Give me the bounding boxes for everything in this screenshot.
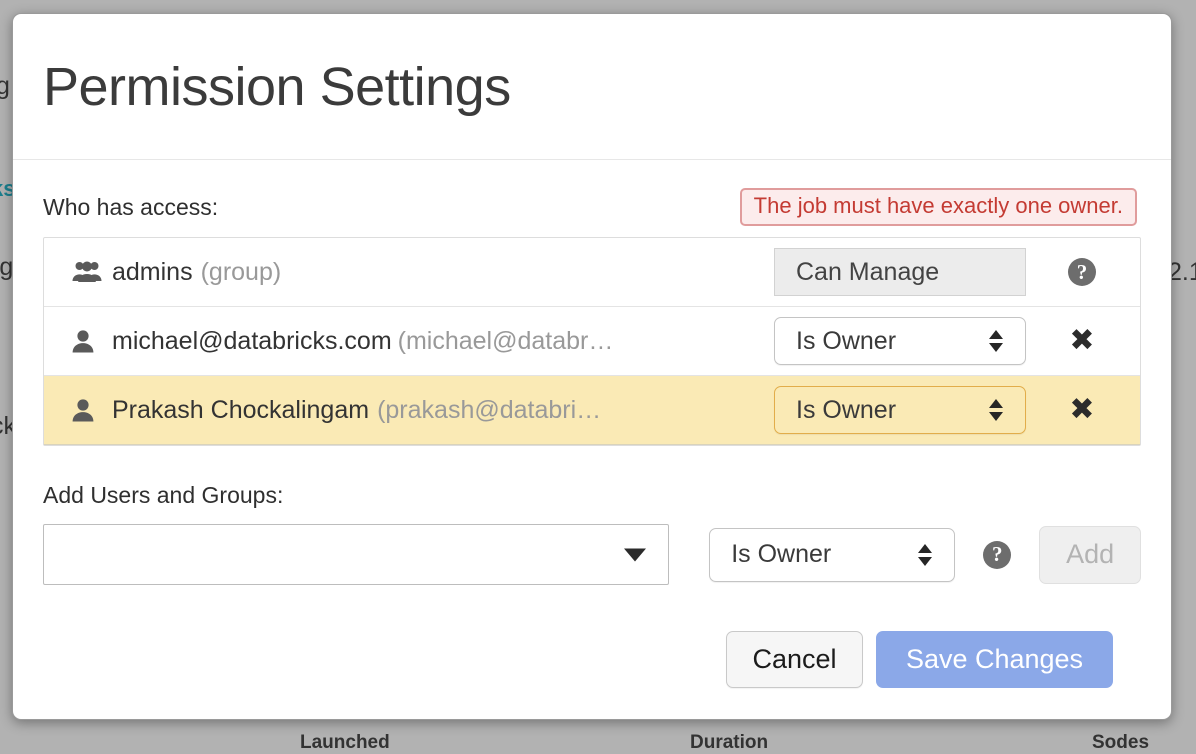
permission-slot: Is Owner: [774, 317, 1026, 365]
permission-slot: Can Manage: [774, 248, 1026, 296]
stepper-arrows-icon: [918, 544, 932, 566]
background-text-fragment: 2.1: [1168, 258, 1196, 287]
save-button[interactable]: Save Changes: [876, 631, 1113, 688]
row-trailing-slot: ✖: [1026, 395, 1138, 425]
stepper-arrows-icon: [989, 399, 1003, 421]
table-row[interactable]: Prakash Chockalingam (prakash@databri… I…: [44, 376, 1140, 445]
owner-warning-message: The job must have exactly one owner.: [740, 188, 1137, 225]
principal-sub: (michael@databr…: [398, 327, 614, 356]
remove-button[interactable]: ✖: [1069, 326, 1094, 356]
principal-name: michael@databricks.com: [112, 327, 392, 356]
add-user-button[interactable]: Add: [1039, 526, 1141, 584]
access-list: admins (group) Can Manage ?: [43, 237, 1141, 446]
background-text-fragment: g: [0, 72, 10, 101]
permission-slot: Is Owner: [774, 386, 1026, 434]
user-icon: [72, 328, 102, 354]
permission-select-value: Is Owner: [796, 396, 896, 425]
add-role-slot: Is Owner: [709, 528, 955, 582]
who-has-access-label: Who has access:: [43, 194, 218, 221]
group-icon: [72, 259, 102, 285]
add-users-and-groups-label: Add Users and Groups:: [43, 482, 1141, 509]
background-column-header: Sodes: [1092, 732, 1149, 754]
access-bar: Who has access: The job must have exactl…: [43, 188, 1141, 226]
table-row[interactable]: michael@databricks.com (michael@databr… …: [44, 307, 1140, 376]
dialog-header: Permission Settings: [13, 14, 1171, 160]
background-column-header: Duration: [690, 732, 768, 754]
principal-sub: (prakash@databri…: [377, 396, 601, 425]
help-icon[interactable]: ?: [1068, 258, 1096, 286]
principal-name: admins: [112, 258, 193, 287]
chevron-down-icon: [624, 548, 646, 561]
principal-sub: (group): [201, 258, 282, 287]
remove-button[interactable]: ✖: [1069, 395, 1094, 425]
user-icon: [72, 397, 102, 423]
stepper-arrows-icon: [989, 330, 1003, 352]
add-role-select-value: Is Owner: [731, 540, 831, 569]
add-user-combobox[interactable]: [43, 524, 669, 585]
add-role-select[interactable]: Is Owner: [709, 528, 955, 582]
permission-select[interactable]: Is Owner: [774, 317, 1026, 365]
dialog-body: Who has access: The job must have exactl…: [13, 160, 1171, 688]
cancel-button[interactable]: Cancel: [726, 631, 863, 688]
row-trailing-slot: ✖: [1026, 326, 1138, 356]
dialog-footer: Cancel Save Changes: [43, 585, 1141, 688]
permission-static-value: Can Manage: [774, 248, 1026, 296]
help-icon[interactable]: ?: [983, 541, 1011, 569]
principal-cell: admins (group): [72, 258, 774, 287]
principal-cell: Prakash Chockalingam (prakash@databri…: [72, 396, 774, 425]
table-row[interactable]: admins (group) Can Manage ?: [44, 238, 1140, 307]
background-column-header: Launched: [300, 732, 390, 754]
principal-cell: michael@databricks.com (michael@databr…: [72, 327, 774, 356]
permission-settings-dialog: Permission Settings Who has access: The …: [12, 13, 1172, 720]
permission-select[interactable]: Is Owner: [774, 386, 1026, 434]
page-title: Permission Settings: [43, 60, 511, 114]
add-user-row: Is Owner ? Add: [43, 524, 1141, 585]
principal-name: Prakash Chockalingam: [112, 396, 369, 425]
row-trailing-slot: ?: [1026, 258, 1138, 286]
permission-select-value: Is Owner: [796, 327, 896, 356]
